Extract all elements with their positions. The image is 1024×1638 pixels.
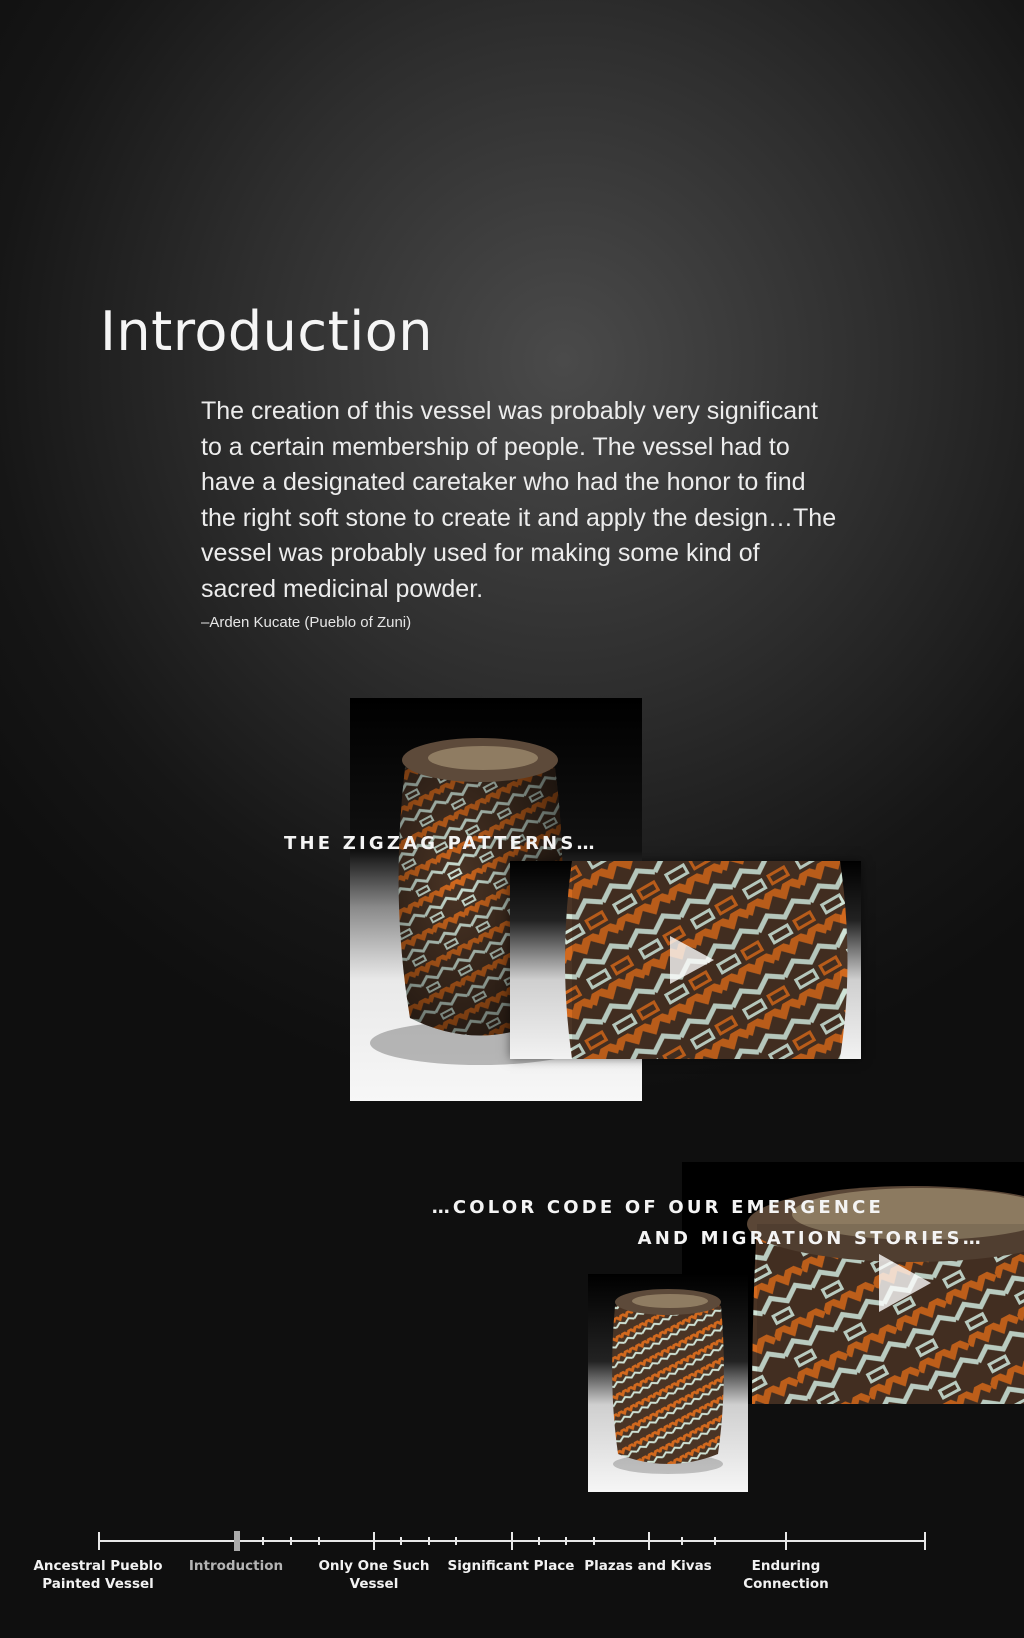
- timeline-item-enduring-connection[interactable]: Enduring Connection: [716, 1557, 856, 1593]
- timeline-label-line: Only One Such: [318, 1558, 430, 1574]
- timeline-navigation: Ancestral Pueblo Painted Vessel Introduc…: [0, 1530, 1024, 1638]
- timeline-label-line: Enduring: [751, 1558, 821, 1574]
- timeline-tick[interactable]: [538, 1537, 540, 1545]
- timeline-item-only-one-such-vessel[interactable]: Only One Such Vessel: [304, 1557, 444, 1593]
- timeline-tick: [511, 1532, 513, 1550]
- timeline-label-line: Introduction: [188, 1558, 284, 1574]
- timeline-label-line: Connection: [743, 1576, 829, 1592]
- timeline-tick[interactable]: [455, 1537, 457, 1545]
- timeline-tick[interactable]: [565, 1537, 567, 1545]
- timeline-label-line: Vessel: [349, 1576, 399, 1592]
- vessel-small-photo: [588, 1274, 748, 1492]
- quote-text: The creation of this vessel was probably…: [201, 397, 837, 603]
- timeline-tick[interactable]: [290, 1537, 292, 1545]
- timeline-label-line: Ancestral Pueblo: [33, 1558, 163, 1574]
- timeline-tick[interactable]: [593, 1537, 595, 1545]
- timeline-tick[interactable]: [428, 1537, 430, 1545]
- timeline-tick[interactable]: [318, 1537, 320, 1545]
- color-code-caption-line2: and migration stories…: [637, 1228, 984, 1249]
- timeline-tick: [648, 1532, 650, 1550]
- timeline-tick: [785, 1532, 787, 1550]
- quote-attribution: –Arden Kucate (Pueblo of Zuni): [201, 614, 412, 631]
- timeline-item-significant-place[interactable]: Significant Place: [441, 1557, 581, 1575]
- timeline-tick: [924, 1532, 926, 1550]
- timeline-current-marker[interactable]: [234, 1531, 240, 1551]
- play-icon[interactable]: [668, 934, 716, 986]
- timeline-tick: [98, 1532, 100, 1550]
- timeline-item-introduction[interactable]: Introduction: [166, 1557, 306, 1575]
- timeline-label-line: Plazas and Kivas: [584, 1558, 712, 1574]
- timeline-label-line: Painted Vessel: [42, 1576, 154, 1592]
- color-code-caption-line1: …color code of our emergence: [431, 1197, 884, 1218]
- timeline-tick[interactable]: [714, 1537, 716, 1545]
- timeline-item-ancestral-pueblo[interactable]: Ancestral Pueblo Painted Vessel: [28, 1557, 168, 1593]
- timeline-tick[interactable]: [681, 1537, 683, 1545]
- timeline-tick: [373, 1532, 375, 1550]
- page-title: Introduction: [100, 300, 434, 363]
- timeline-item-plazas-and-kivas[interactable]: Plazas and Kivas: [578, 1557, 718, 1575]
- timeline-tick[interactable]: [400, 1537, 402, 1545]
- zigzag-caption: the zigzag patterns…: [284, 833, 598, 854]
- timeline-label-line: Significant Place: [447, 1558, 575, 1574]
- timeline-tick[interactable]: [262, 1537, 264, 1545]
- play-icon[interactable]: [877, 1252, 933, 1314]
- color-code-caption: …color code of our emergence and migrati…: [432, 1192, 984, 1254]
